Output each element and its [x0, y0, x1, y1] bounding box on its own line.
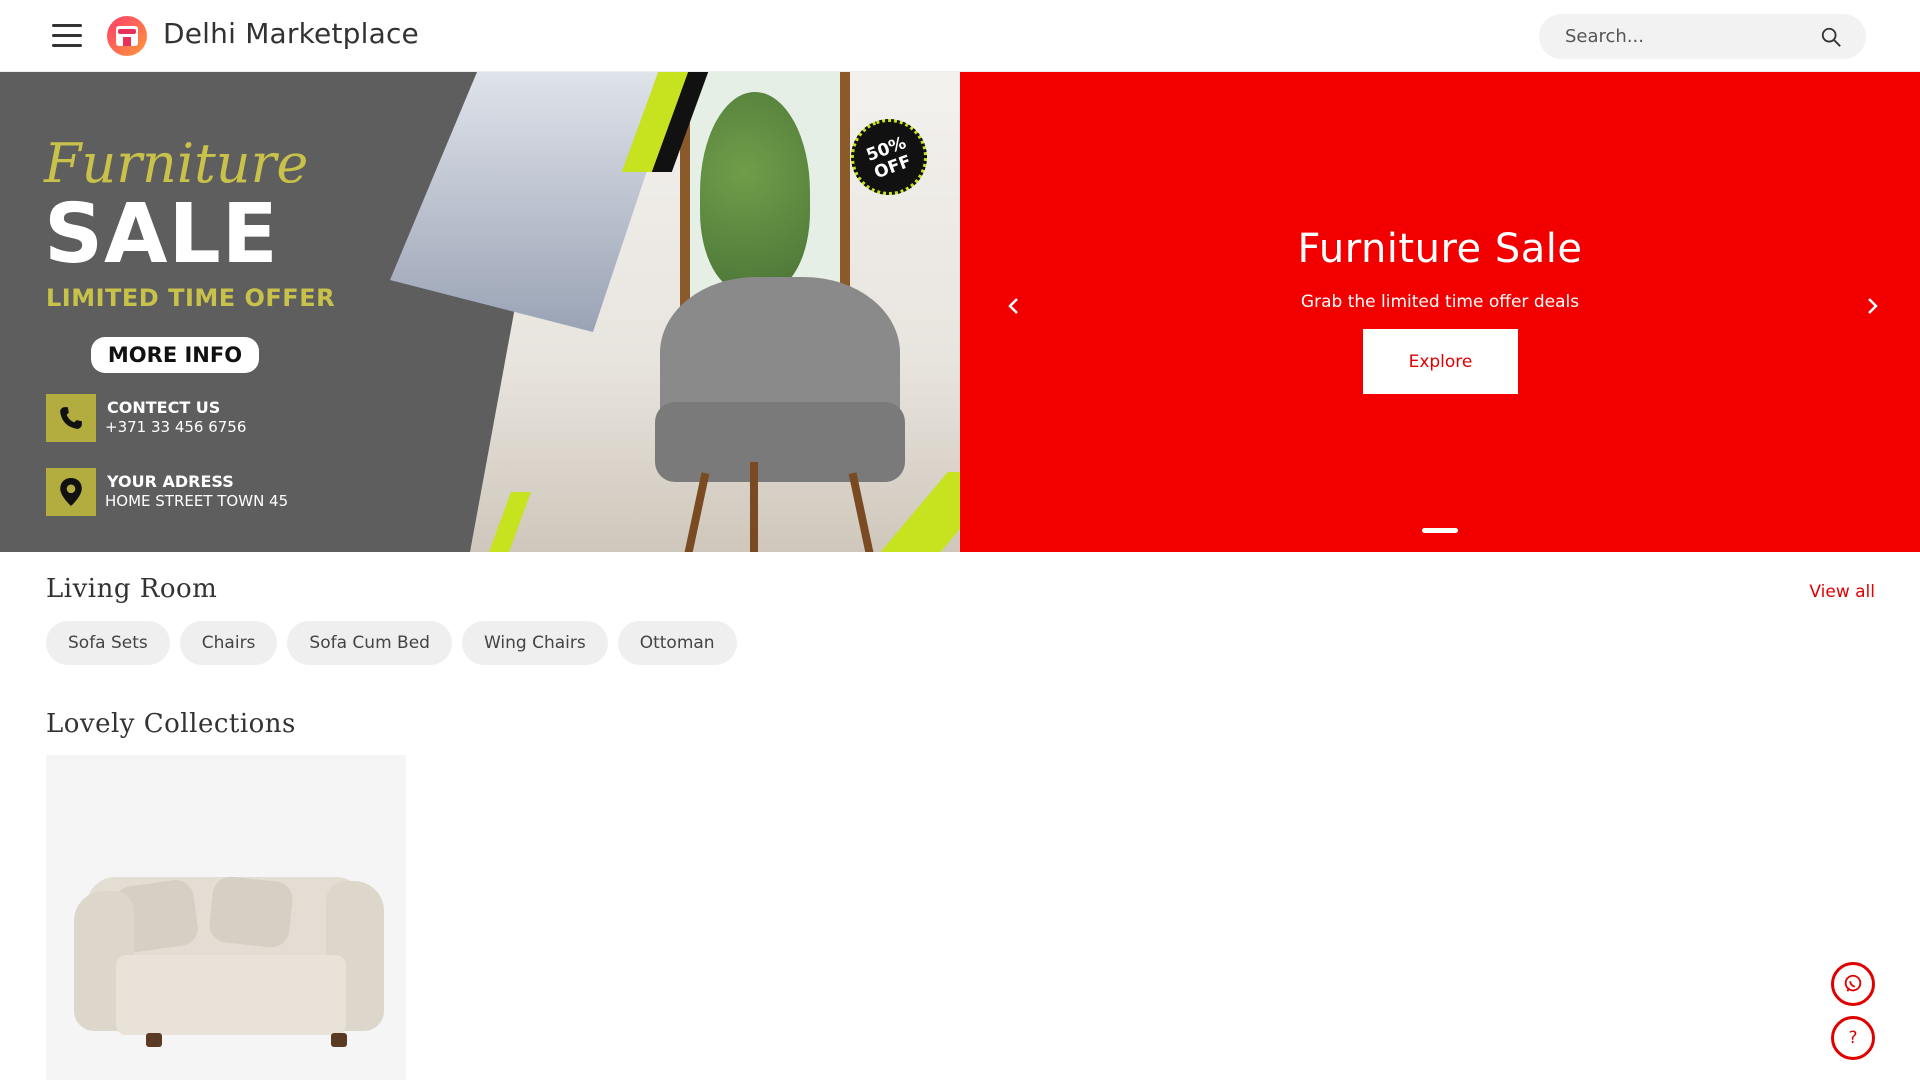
- collection-card[interactable]: [46, 755, 406, 1080]
- chip-sofa-sets[interactable]: Sofa Sets: [46, 621, 170, 665]
- address-value: HOME STREET TOWN 45: [105, 492, 289, 510]
- brand-name[interactable]: Delhi Marketplace: [163, 17, 419, 50]
- whatsapp-icon[interactable]: [1831, 962, 1875, 1006]
- hero-title: Furniture Sale: [1297, 226, 1583, 272]
- chip-sofa-cum-bed[interactable]: Sofa Cum Bed: [287, 621, 452, 665]
- category-chips: Sofa Sets Chairs Sofa Cum Bed Wing Chair…: [46, 621, 737, 665]
- phone-icon: [46, 394, 96, 442]
- address-label: YOUR ADRESS: [107, 472, 234, 491]
- sofa-foot: [331, 1033, 347, 1047]
- chip-chairs[interactable]: Chairs: [179, 621, 278, 665]
- promo-banner-image[interactable]: 50% OFF Furniture SALE LIMITED TIME OFFE…: [0, 72, 960, 552]
- search-icon[interactable]: [1820, 26, 1842, 48]
- location-pin-icon: [46, 468, 96, 516]
- help-button[interactable]: ?: [1831, 1016, 1875, 1060]
- carousel-indicator[interactable]: [1422, 528, 1458, 533]
- hero-subtitle: Grab the limited time offer deals: [1300, 292, 1580, 312]
- store-logo-icon[interactable]: [107, 16, 147, 56]
- collections-title: Lovely Collections: [46, 709, 296, 739]
- contact-phone: +371 33 456 6756: [105, 418, 247, 436]
- chip-ottoman[interactable]: Ottoman: [617, 621, 737, 665]
- chip-wing-chairs[interactable]: Wing Chairs: [461, 621, 608, 665]
- hamburger-menu-icon[interactable]: [52, 24, 82, 48]
- chair-leg: [750, 462, 758, 552]
- chevron-right-icon[interactable]: [1860, 294, 1884, 318]
- view-all-link[interactable]: View all: [1809, 582, 1875, 602]
- top-header: Delhi Marketplace: [0, 0, 1920, 72]
- search-input[interactable]: [1565, 14, 1805, 59]
- living-room-title: Living Room: [46, 574, 218, 604]
- contact-label: CONTECT US: [107, 398, 221, 417]
- more-info-label: MORE INFO: [91, 337, 259, 373]
- plant-illustration: [700, 92, 810, 292]
- explore-button[interactable]: Explore: [1363, 329, 1518, 394]
- promo-sale-heading: SALE: [44, 187, 279, 282]
- promo-script-title: Furniture: [44, 132, 309, 195]
- sofa-foot: [146, 1033, 162, 1047]
- sofa-pillow: [207, 874, 295, 950]
- sofa-seat: [116, 955, 346, 1035]
- search-bar: [1539, 14, 1866, 59]
- promo-offer-text: LIMITED TIME OFFER: [46, 284, 336, 312]
- armchair-seat: [655, 402, 905, 482]
- hero-slide: Furniture Sale Grab the limited time off…: [960, 72, 1920, 552]
